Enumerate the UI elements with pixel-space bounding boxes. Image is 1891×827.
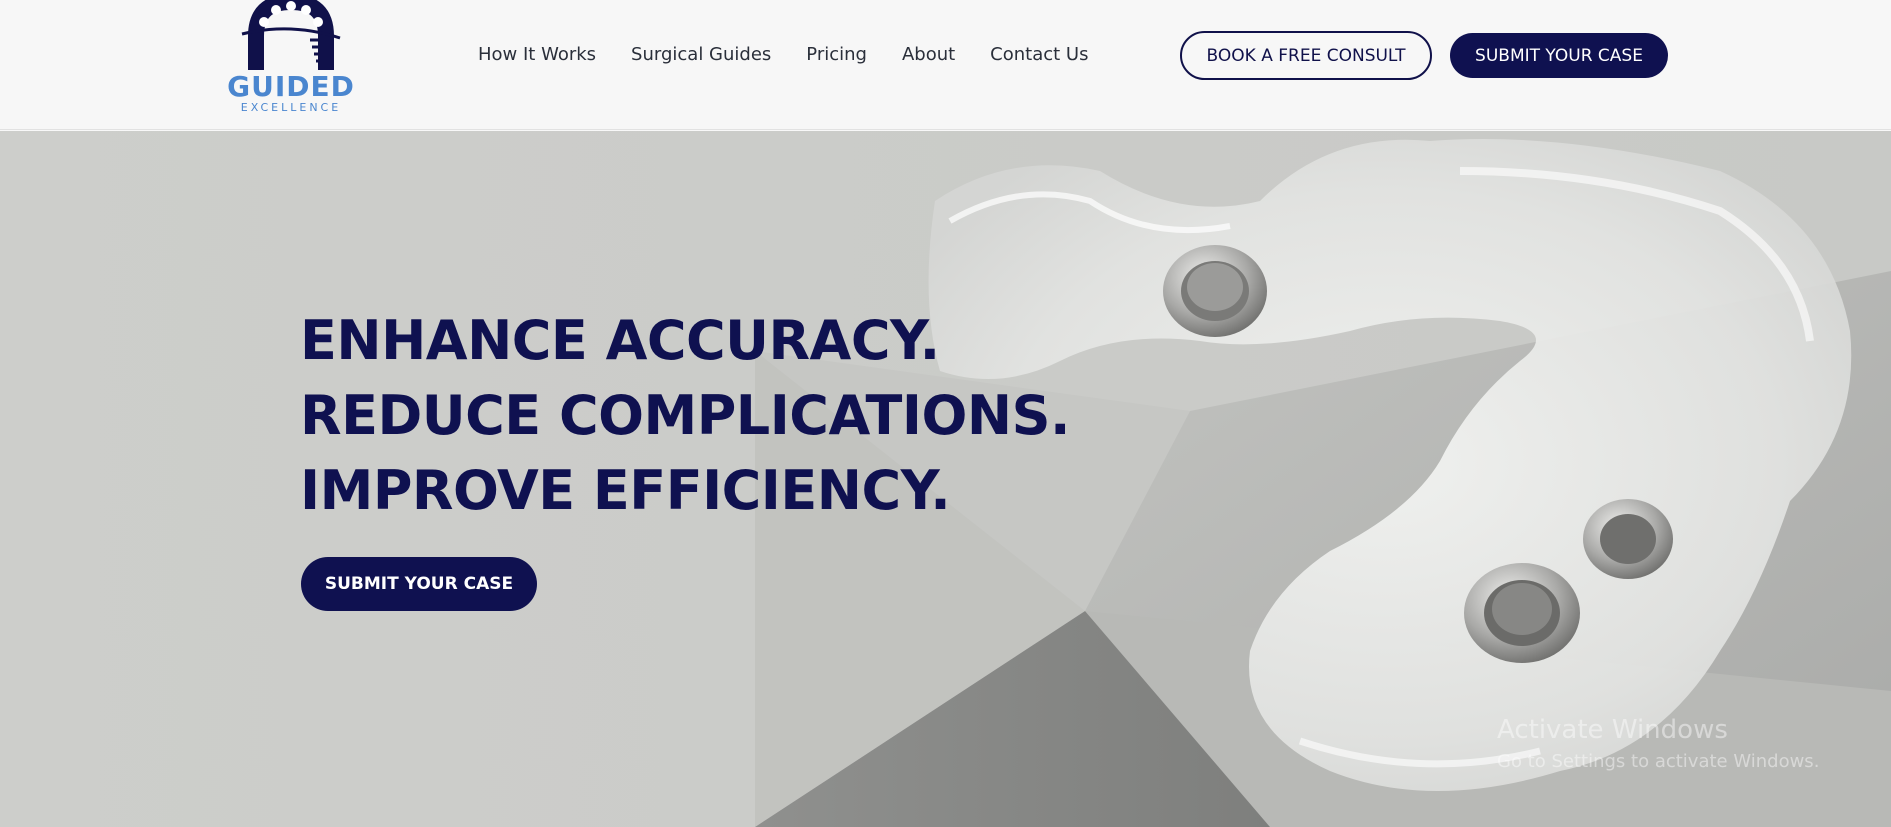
- headline-line-complications: REDUCE COMPLICATIONS.: [300, 384, 1070, 447]
- nav-surgical-guides[interactable]: Surgical Guides: [631, 44, 771, 65]
- headline-line-efficiency: IMPROVE EFFICIENCY.: [300, 459, 951, 522]
- logo-wordmark: GUIDED: [227, 70, 355, 103]
- nav-about[interactable]: About: [902, 44, 955, 65]
- watermark-subtitle: Go to Settings to activate Windows.: [1497, 751, 1820, 772]
- headline-line-accuracy: ENHANCE ACCURACY.: [300, 309, 940, 372]
- site-header: GUIDED EXCELLENCE How It Works Surgical …: [0, 0, 1891, 130]
- main-nav: How It Works Surgical Guides Pricing Abo…: [478, 44, 1088, 65]
- hero-headline: ENHANCE ACCURACY. REDUCE COMPLICATIONS. …: [300, 303, 1070, 528]
- submit-case-hero-button[interactable]: SUBMIT YOUR CASE: [301, 557, 537, 611]
- hero-section: ENHANCE ACCURACY. REDUCE COMPLICATIONS. …: [0, 131, 1891, 827]
- brand-logo[interactable]: GUIDED EXCELLENCE: [226, 0, 356, 120]
- nav-pricing[interactable]: Pricing: [806, 44, 867, 65]
- submit-case-header-button[interactable]: SUBMIT YOUR CASE: [1450, 33, 1668, 78]
- os-activation-watermark: Activate Windows Go to Settings to activ…: [1497, 715, 1819, 772]
- book-consult-button[interactable]: BOOK A FREE CONSULT: [1180, 31, 1432, 80]
- logo-tagline: EXCELLENCE: [240, 101, 342, 114]
- watermark-title: Activate Windows: [1497, 715, 1728, 745]
- nav-contact-us[interactable]: Contact Us: [990, 44, 1088, 65]
- nav-how-it-works[interactable]: How It Works: [478, 44, 596, 65]
- logo-emblem-icon: [241, 0, 341, 70]
